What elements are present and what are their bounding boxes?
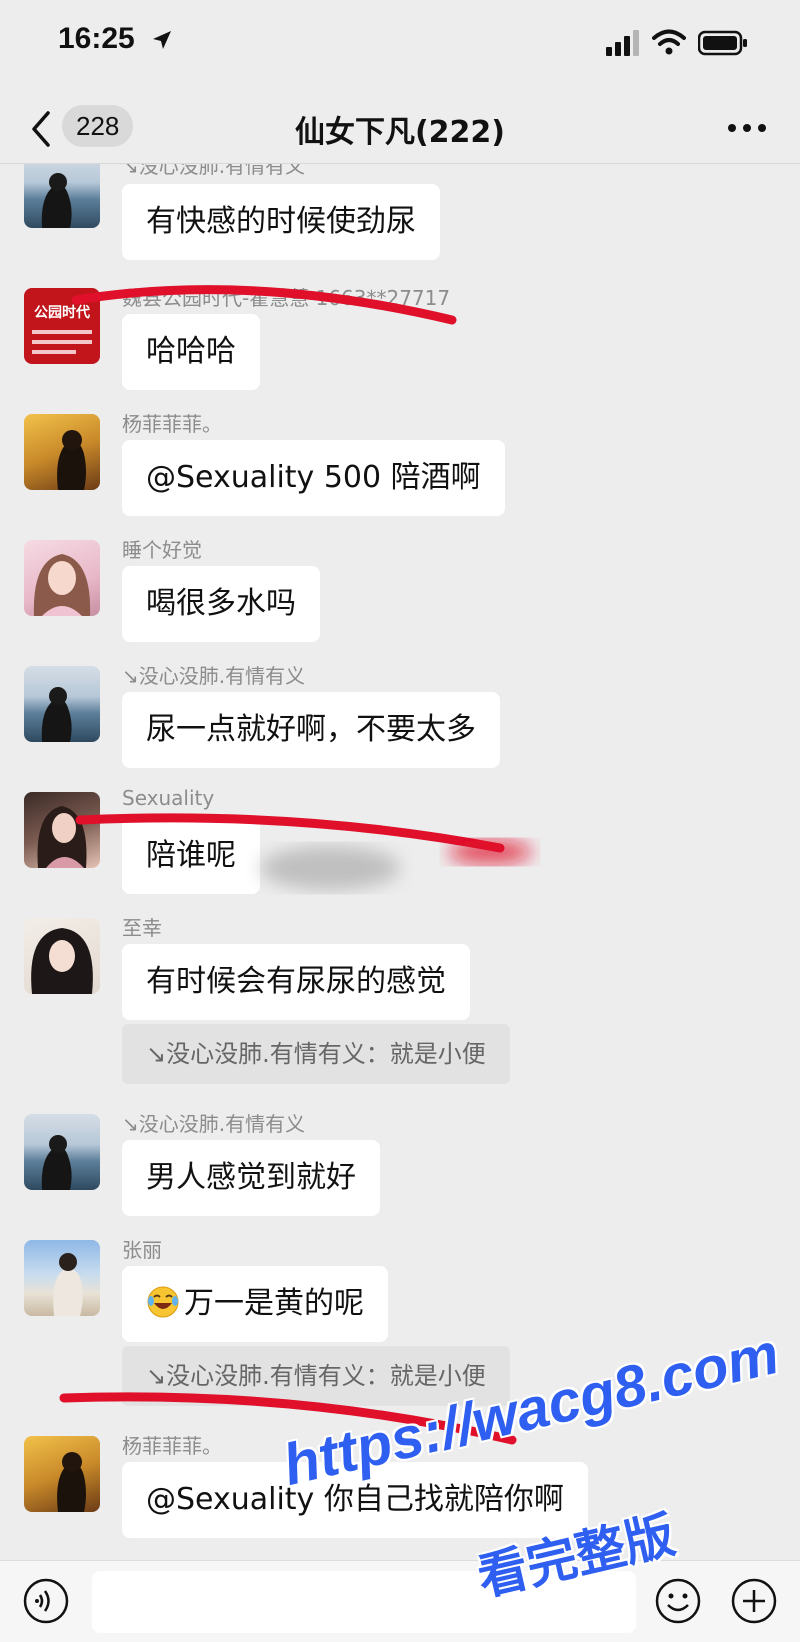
avatar[interactable] <box>24 414 100 490</box>
message-bubble[interactable]: 陪谁呢 <box>122 818 260 894</box>
message-bubble[interactable]: @Sexuality 500 陪酒啊 <box>122 440 505 516</box>
status-time: 16:25 <box>58 22 135 55</box>
chat-header: 228 仙女下凡(222) <box>0 95 800 164</box>
more-options-icon[interactable] <box>726 121 768 135</box>
avatar[interactable] <box>24 1436 100 1512</box>
message-bubble[interactable]: 有时候会有尿尿的感觉 <box>122 944 470 1020</box>
location-arrow-icon <box>153 31 171 49</box>
avatar[interactable] <box>24 1240 100 1316</box>
voice-input-icon[interactable] <box>22 1577 70 1625</box>
avatar[interactable] <box>24 1114 100 1190</box>
laughing-tears-emoji-icon <box>147 1286 179 1318</box>
avatar[interactable] <box>24 540 100 616</box>
sender-name: 至幸 <box>122 916 162 940</box>
sender-name: Sexuality <box>122 786 215 810</box>
sender-name: ↘没心没肺.有情有义 <box>122 1112 306 1136</box>
wifi-icon <box>652 29 686 55</box>
sender-name: 睡个好觉 <box>122 538 202 562</box>
quoted-reply[interactable]: ↘没心没肺.有情有义：就是小便 <box>122 1024 510 1084</box>
input-bar <box>0 1560 800 1642</box>
sender-name: ↘没心没肺.有情有义 <box>122 664 306 688</box>
sender-name: 魏县公园时代-翟慧慧 1663**27717 <box>122 286 451 310</box>
avatar[interactable] <box>24 666 100 742</box>
message-bubble[interactable]: 哈哈哈 <box>122 314 260 390</box>
emoji-icon[interactable] <box>654 1577 702 1625</box>
sender-name: 杨菲菲菲。 <box>122 412 222 436</box>
sender-name: 张丽 <box>122 1238 162 1262</box>
chat-title: 仙女下凡(222) <box>294 115 506 150</box>
add-attachment-icon[interactable] <box>730 1577 778 1625</box>
avatar-logo-text: 公园时代 <box>34 305 90 321</box>
cellular-signal-icon <box>606 30 639 56</box>
sender-name: ↘没心没肺.有情有义 <box>122 164 306 178</box>
status-bar: 16:25 <box>0 0 800 90</box>
message-bubble[interactable]: 万一是黄的呢 <box>122 1266 388 1342</box>
avatar[interactable] <box>24 918 100 994</box>
sender-name: 杨菲菲菲。 <box>122 1434 222 1458</box>
message-text: 万一是黄的呢 <box>184 1286 364 1321</box>
message-bubble[interactable]: 男人感觉到就好 <box>122 1140 380 1216</box>
message-bubble[interactable]: 有快感的时候使劲尿 <box>122 184 440 260</box>
avatar[interactable] <box>24 792 100 868</box>
avatar[interactable]: 公园时代 <box>24 288 100 364</box>
avatar[interactable] <box>24 164 100 228</box>
message-bubble[interactable]: 喝很多水吗 <box>122 566 320 642</box>
message-bubble[interactable]: 尿一点就好啊，不要太多 <box>122 692 500 768</box>
battery-icon <box>698 30 747 56</box>
